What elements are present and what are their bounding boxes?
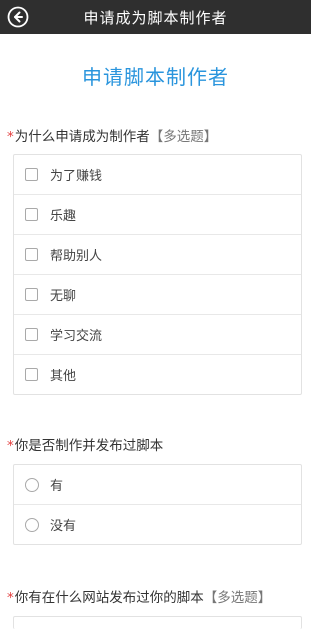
question-reason: *为什么申请成为制作者【多选题】 xyxy=(7,128,311,146)
radio-button[interactable] xyxy=(25,477,39,492)
option-label: 乐趣 xyxy=(50,209,77,224)
checkbox[interactable] xyxy=(25,288,38,301)
form-container: 申请脚本制作者 *为什么申请成为制作者【多选题】 为了赚钱 乐趣 帮助别人 无聊… xyxy=(0,34,311,629)
options-list-reason: 为了赚钱 乐趣 帮助别人 无聊 学习交流 其他 xyxy=(13,154,302,395)
top-bar: 申请成为脚本制作者 xyxy=(0,0,311,34)
option-label: 有 xyxy=(50,479,64,494)
option-make-money[interactable]: 为了赚钱 xyxy=(14,155,301,194)
multi-select-tag: 【多选题】 xyxy=(149,129,218,145)
checkbox[interactable] xyxy=(25,208,38,221)
option-learn-exchange[interactable]: 学习交流 xyxy=(14,314,301,354)
option-label: 为了赚钱 xyxy=(50,169,103,184)
checkbox[interactable] xyxy=(25,368,38,381)
options-list-published: 有 没有 xyxy=(13,464,302,545)
form-title: 申请脚本制作者 xyxy=(82,65,229,89)
question-text: 为什么申请成为制作者 xyxy=(14,129,150,145)
checkbox[interactable] xyxy=(25,168,38,181)
option-no[interactable]: 没有 xyxy=(14,504,301,544)
back-button[interactable] xyxy=(4,3,32,31)
option-label: 学习交流 xyxy=(50,329,103,344)
question-text: 你有在什么网站发布过你的脚本 xyxy=(14,590,204,606)
header-title: 申请成为脚本制作者 xyxy=(83,8,228,27)
option-bored[interactable]: 无聊 xyxy=(14,274,301,314)
required-mark: * xyxy=(7,590,14,606)
required-mark: * xyxy=(7,438,14,454)
question-published-before: *你是否制作并发布过脚本 xyxy=(7,437,311,455)
back-arrow-icon xyxy=(7,6,29,28)
multi-select-tag: 【多选题】 xyxy=(203,590,272,606)
option-label: 无聊 xyxy=(50,289,77,304)
checkbox[interactable] xyxy=(25,248,38,261)
option-label: 其他 xyxy=(50,369,77,384)
option-fun[interactable]: 乐趣 xyxy=(14,194,301,234)
option-label: 没有 xyxy=(50,519,77,534)
question-which-sites: *你有在什么网站发布过你的脚本【多选题】 xyxy=(7,589,311,607)
question-text: 你是否制作并发布过脚本 xyxy=(14,438,164,454)
option-other[interactable]: 其他 xyxy=(14,354,301,394)
radio-button[interactable] xyxy=(25,517,39,532)
options-list-sites xyxy=(13,616,302,629)
option-help-others[interactable]: 帮助别人 xyxy=(14,234,301,274)
option-label: 帮助别人 xyxy=(50,249,103,264)
required-mark: * xyxy=(7,129,14,145)
checkbox[interactable] xyxy=(25,328,38,341)
option-yes[interactable]: 有 xyxy=(14,465,301,504)
